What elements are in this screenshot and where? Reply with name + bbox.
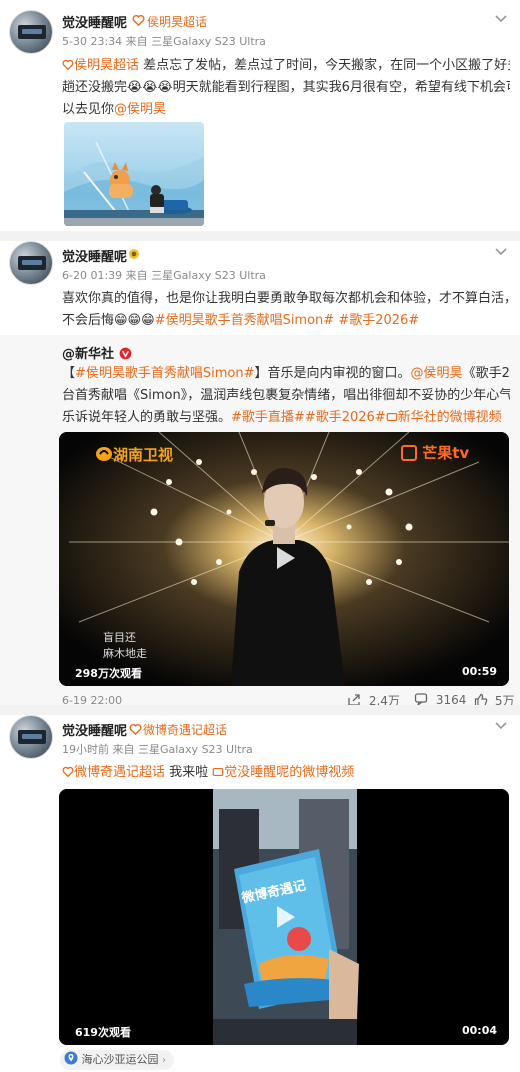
video-link-icon	[212, 767, 224, 777]
supertopic-tag[interactable]: 微博奇遇记超话	[143, 721, 227, 738]
username[interactable]: 觉没睡醒呢	[62, 246, 127, 265]
text-segment: 我来啦	[165, 765, 213, 780]
username[interactable]: 觉没睡醒呢	[62, 720, 127, 739]
channel-logo-left: 湖南卫视	[113, 446, 174, 464]
text-segment: 以去见你	[62, 102, 115, 117]
mention-link[interactable]: @侯明昊	[114, 102, 166, 117]
hunan-tv-logo-icon	[96, 447, 112, 461]
post-2: 觉没睡醒呢 6-20 01:39 来自 三星Galaxy S23 Ultra 喜…	[0, 241, 520, 708]
view-count: 619次观看	[75, 1026, 131, 1039]
supertopic-link[interactable]: 微博奇遇记超话	[74, 765, 165, 780]
repost-text: 【#侯明昊歌手首秀献唱Simon#】音乐是向内审视的窗口。@侯明昊《歌手2026…	[62, 363, 510, 429]
video-duration: 00:59	[461, 665, 497, 678]
topic-link[interactable]: #歌手2026#	[334, 313, 419, 328]
location-name: 海心沙亚运公园	[81, 1053, 159, 1066]
video-subtitle: 盲目还 麻木地走	[103, 630, 147, 662]
repost-author-row: @新华社	[62, 343, 132, 362]
chevron-down-icon[interactable]	[494, 245, 508, 259]
post-text: 侯明昊超话 差点忘了发帖，差点过了时间，今天搬家，在同一个小区搬了好多 趟还没搬…	[62, 55, 510, 121]
supertopic-tag[interactable]: 侯明昊超话	[147, 13, 207, 30]
location-pin-icon	[64, 1051, 78, 1065]
text-segment: 不会后悔😁😁😁	[62, 313, 155, 328]
play-icon[interactable]	[269, 902, 299, 932]
text-segment: 趟还没搬完😭😭😭明天就能看到行程图，其实我6月很有空，希望有线下机会可	[62, 80, 510, 95]
avatar[interactable]	[9, 241, 53, 285]
text-segment: 差点忘了发帖，差点过了时间，今天搬家，在同一个小区搬了好多	[139, 58, 510, 73]
mural-illustration	[64, 141, 204, 226]
post-text: 喜欢你真的值得，也是你让我明白要勇敢争取每次都机会和体验，才不算白活，才 不会后…	[62, 288, 510, 332]
text-segment: 【	[62, 366, 76, 381]
repost-author[interactable]: @新华社	[62, 347, 114, 362]
channel-logo-hunan: 湖南卫视	[95, 444, 173, 465]
play-icon[interactable]	[269, 543, 299, 573]
subtitle-line: 盲目还	[103, 631, 136, 644]
post-image[interactable]	[64, 122, 204, 226]
mango-tv-logo-icon	[401, 445, 417, 461]
text-segment: 】音乐是向内审视的窗口。	[254, 366, 411, 381]
text-segment: 乐诉说年轻人的勇敢与坚强。	[62, 410, 232, 425]
chevron-right-icon: ›	[162, 1055, 166, 1066]
video-link[interactable]: 觉没睡醒呢的微博视频	[224, 765, 354, 780]
location-chip[interactable]: 海心沙亚运公园 ›	[60, 1050, 174, 1070]
avatar[interactable]	[9, 10, 53, 54]
post-divider	[0, 705, 520, 715]
chevron-down-icon[interactable]	[494, 719, 508, 733]
post-3: 觉没睡醒呢 微博奇遇记超话 19小时前 来自 三星Galaxy S23 Ultr…	[0, 715, 520, 1072]
channel-logo-right: 芒果tv	[422, 444, 470, 462]
supertopic-icon	[62, 766, 74, 778]
mention-link[interactable]: @侯明昊	[411, 366, 463, 381]
channel-logo-mango: 芒果tv	[401, 442, 469, 463]
topic-link[interactable]: #歌手直播##歌手2026#	[231, 410, 386, 425]
supertopic-icon	[62, 59, 74, 71]
supertopic-icon	[132, 14, 145, 27]
post-divider	[0, 231, 520, 241]
post-meta: 19小时前 来自 三星Galaxy S23 Ultra	[62, 743, 253, 756]
chevron-down-icon[interactable]	[494, 12, 508, 26]
text-segment: 《歌手2026》舞	[462, 366, 510, 381]
video-player[interactable]: 微博奇遇记 619次观看 00:04	[59, 789, 509, 1045]
post-text: 微博奇遇记超话 我来啦 觉没睡醒呢的微博视频	[62, 762, 510, 784]
username[interactable]: 觉没睡醒呢	[62, 12, 127, 31]
text-segment: 台首秀献唱《Simon》，温润声线包裹复杂情绪，唱出徘徊却不妥协的少年心气，用音	[62, 388, 510, 403]
comment-icon	[414, 693, 428, 706]
topic-link[interactable]: #侯明昊歌手首秀献唱Simon#	[155, 313, 335, 328]
video-link-icon	[386, 412, 397, 422]
topic-link[interactable]: #侯明昊歌手首秀献唱Simon#	[75, 366, 255, 381]
verified-icon	[119, 347, 131, 360]
post-1: 觉没睡醒呢 侯明昊超话 5-30 23:34 来自 三星Galaxy S23 U…	[0, 0, 520, 236]
video-player[interactable]: 湖南卫视 芒果tv 盲目还 麻木地走 298万次观看 00:59	[59, 432, 509, 686]
view-count: 298万次观看	[75, 667, 142, 680]
text-segment: 喜欢你真的值得，也是你让我明白要勇敢争取每次都机会和体验，才不算白活，才	[62, 291, 510, 306]
subtitle-line: 麻木地走	[103, 647, 147, 660]
avatar[interactable]	[9, 715, 53, 759]
supertopic-link[interactable]: 侯明昊超话	[74, 58, 139, 73]
video-link[interactable]: 新华社的微博视频	[398, 410, 502, 425]
post-meta: 6-20 01:39 来自 三星Galaxy S23 Ultra	[62, 269, 266, 282]
sunflower-badge-icon	[129, 249, 139, 259]
post-meta: 5-30 23:34 来自 三星Galaxy S23 Ultra	[62, 35, 266, 48]
supertopic-icon	[129, 723, 142, 736]
repost-card[interactable]: @新华社 【#侯明昊歌手首秀献唱Simon#】音乐是向内审视的窗口。@侯明昊《歌…	[0, 335, 520, 708]
video-duration: 00:04	[461, 1024, 497, 1037]
